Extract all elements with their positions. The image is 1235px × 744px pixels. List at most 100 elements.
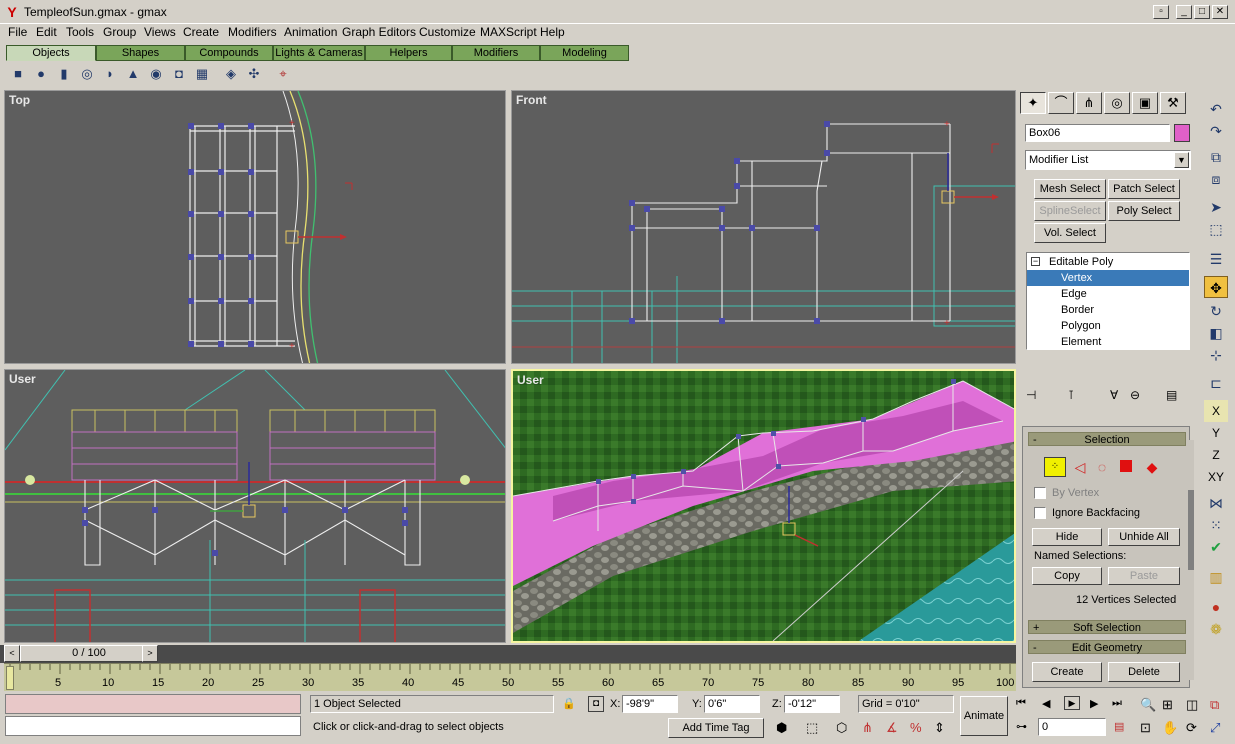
- y-coordinate-field[interactable]: 0'6": [704, 695, 760, 713]
- menu-help[interactable]: Help: [540, 25, 565, 39]
- array-icon[interactable]: ⁙: [1204, 514, 1228, 536]
- pivot-icon[interactable]: ⊹: [1204, 344, 1228, 366]
- utilities-tab-icon[interactable]: ⚒: [1160, 92, 1186, 114]
- play-icon[interactable]: ▶: [1064, 696, 1080, 710]
- light-icon[interactable]: ⌖: [274, 65, 292, 83]
- cylinder-icon[interactable]: ▮: [55, 65, 73, 83]
- snap-2d-icon[interactable]: ⋔: [862, 720, 873, 736]
- mirror-icon[interactable]: ⋈: [1204, 492, 1228, 514]
- border-mode-icon[interactable]: ◌: [1092, 457, 1112, 477]
- selection-rollout-header[interactable]: - Selection: [1028, 432, 1186, 446]
- tab-compounds[interactable]: Compounds: [185, 45, 273, 61]
- menu-views[interactable]: Views: [144, 25, 176, 39]
- time-slider-thumb[interactable]: 0 / 100: [20, 645, 158, 662]
- arc-rotate-icon[interactable]: ⟳: [1186, 720, 1197, 736]
- unhide-all-button[interactable]: Unhide All: [1108, 528, 1180, 546]
- spline-select-button[interactable]: SplineSelect: [1034, 201, 1106, 221]
- stack-item-border[interactable]: Border: [1027, 302, 1189, 318]
- viewport-user-wireframe[interactable]: User: [4, 369, 506, 643]
- viewport-label-user-2[interactable]: User: [517, 373, 544, 387]
- stack-item-edge[interactable]: Edge: [1027, 286, 1189, 302]
- rollout-scrollbar[interactable]: [1188, 440, 1194, 680]
- maxscript-input-mini[interactable]: [5, 716, 301, 736]
- key-mode-icon[interactable]: ⊶: [1016, 720, 1027, 733]
- soft-selection-rollout-header[interactable]: + Soft Selection: [1028, 620, 1186, 634]
- zoom-icon[interactable]: 🔍: [1140, 697, 1156, 713]
- time-configuration-icon[interactable]: ▤: [1114, 720, 1124, 733]
- hide-button[interactable]: Hide: [1032, 528, 1102, 546]
- menu-tools[interactable]: Tools: [66, 25, 94, 39]
- stack-item-editable-poly[interactable]: − Editable Poly: [1027, 254, 1189, 270]
- cone-icon[interactable]: ▲: [124, 65, 142, 83]
- poly-select-button[interactable]: Poly Select: [1108, 201, 1180, 221]
- select-icon[interactable]: ➤: [1204, 196, 1228, 218]
- z-coordinate-field[interactable]: -0'12": [784, 695, 840, 713]
- zoom-all-icon[interactable]: ⊞: [1162, 697, 1173, 713]
- degradation-override-icon[interactable]: ⬢: [776, 720, 787, 736]
- torus-icon[interactable]: ◎: [78, 65, 96, 83]
- collapse-icon[interactable]: −: [1031, 257, 1040, 266]
- absolute-mode-icon[interactable]: ◘: [588, 696, 604, 712]
- polygon-mode-icon[interactable]: [1120, 460, 1132, 472]
- pan-icon[interactable]: ✋: [1162, 720, 1178, 736]
- next-frame-arrow-icon[interactable]: >: [142, 645, 158, 662]
- unlink-icon[interactable]: ⧈: [1204, 168, 1228, 190]
- region-zoom-icon[interactable]: ⊡: [1140, 720, 1151, 736]
- link-icon[interactable]: ⧉: [1204, 146, 1228, 168]
- paste-button[interactable]: Paste: [1108, 567, 1180, 585]
- maximize-button[interactable]: □: [1194, 5, 1210, 19]
- current-frame-marker[interactable]: [6, 666, 14, 690]
- menu-customize[interactable]: Customize: [419, 25, 476, 39]
- axis-x-button[interactable]: X: [1204, 400, 1228, 422]
- material-editor-icon[interactable]: ●: [1204, 596, 1228, 618]
- vol-select-button[interactable]: Vol. Select: [1034, 223, 1106, 243]
- viewport-user-shaded[interactable]: User: [511, 369, 1016, 643]
- menu-modifiers[interactable]: Modifiers: [228, 25, 277, 39]
- scale-icon[interactable]: ◧: [1204, 322, 1228, 344]
- menu-group[interactable]: Group: [103, 25, 136, 39]
- zoom-extents-all-icon[interactable]: ⧉: [1210, 697, 1219, 713]
- modifier-stack[interactable]: − Editable Poly Vertex Edge Border Polyg…: [1026, 252, 1190, 350]
- patch-select-button[interactable]: Patch Select: [1108, 179, 1180, 199]
- menu-file[interactable]: File: [8, 25, 27, 39]
- go-to-start-icon[interactable]: ⏮: [1016, 697, 1026, 710]
- ignore-backfacing-checkbox[interactable]: [1034, 507, 1046, 519]
- viewport-label-front[interactable]: Front: [516, 93, 547, 107]
- edge-mode-icon[interactable]: ◁: [1070, 457, 1090, 477]
- menu-animation[interactable]: Animation: [284, 25, 337, 39]
- zoom-extents-icon[interactable]: ◫: [1186, 697, 1198, 713]
- minimize-doc-icon[interactable]: ▫: [1153, 5, 1169, 19]
- next-frame-icon[interactable]: ▶: [1090, 697, 1098, 710]
- align-icon[interactable]: ✔: [1204, 536, 1228, 558]
- lock-selection-icon[interactable]: 🔒: [562, 697, 576, 710]
- teapot-icon[interactable]: ◗: [101, 65, 119, 83]
- x-coordinate-field[interactable]: -98'9": [622, 695, 678, 713]
- prev-frame-arrow-icon[interactable]: <: [4, 645, 20, 662]
- viewport-label-top[interactable]: Top: [9, 93, 30, 107]
- modifier-list-dropdown[interactable]: Modifier List ▼: [1025, 150, 1191, 170]
- make-unique-icon[interactable]: ∀: [1110, 388, 1118, 402]
- render-icon[interactable]: ❁: [1204, 618, 1228, 640]
- tab-shapes[interactable]: Shapes: [96, 45, 185, 61]
- motion-tab-icon[interactable]: ◎: [1104, 92, 1130, 114]
- tube-icon[interactable]: ◘: [170, 65, 188, 83]
- rotate-icon[interactable]: ↻: [1204, 300, 1228, 322]
- move-icon[interactable]: ✥: [1204, 276, 1228, 298]
- previous-frame-icon[interactable]: ◀: [1042, 697, 1050, 710]
- box-icon[interactable]: ■: [9, 65, 27, 83]
- maxscript-listener-mini[interactable]: [5, 694, 301, 714]
- stack-item-vertex[interactable]: Vertex: [1027, 270, 1189, 286]
- chevron-down-icon[interactable]: ▼: [1174, 152, 1189, 168]
- scatter-icon[interactable]: ✣: [245, 65, 263, 83]
- vertex-mode-icon[interactable]: ⁘: [1044, 457, 1066, 477]
- remove-modifier-icon[interactable]: ⊖: [1130, 388, 1140, 402]
- modify-tab-icon[interactable]: ⌒: [1048, 92, 1074, 114]
- minimize-button[interactable]: _: [1176, 5, 1192, 19]
- tab-objects[interactable]: Objects: [6, 45, 96, 61]
- tab-modeling[interactable]: Modeling: [540, 45, 629, 61]
- sphere-icon[interactable]: ●: [32, 65, 50, 83]
- axis-y-button[interactable]: Y: [1204, 422, 1228, 444]
- pin-stack-icon[interactable]: ⊣: [1026, 388, 1036, 402]
- redo-icon[interactable]: ↷: [1204, 120, 1228, 142]
- stack-item-element[interactable]: Element: [1027, 334, 1189, 350]
